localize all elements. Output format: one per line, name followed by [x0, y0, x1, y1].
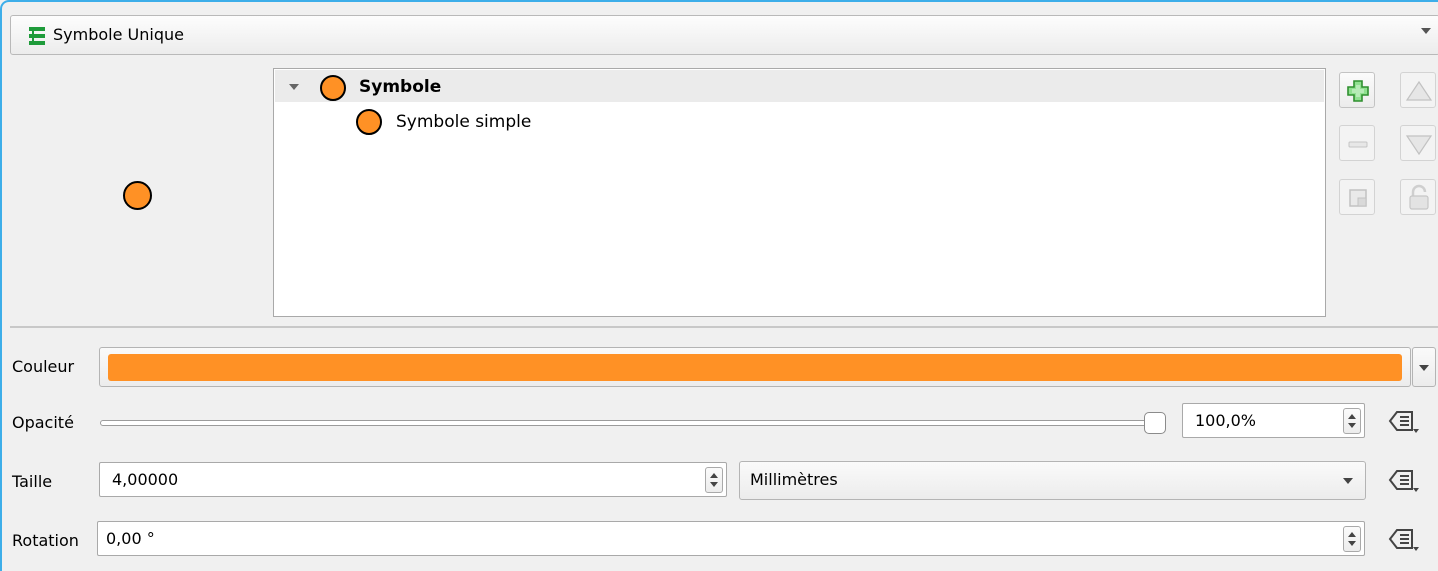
data-defined-override-button[interactable]	[1386, 406, 1422, 436]
lock-color-button[interactable]	[1400, 179, 1436, 215]
opacity-value: 100,0%	[1195, 411, 1257, 430]
data-defined-icon	[1388, 411, 1419, 433]
tree-item-symbol[interactable]: Symbole	[275, 70, 1324, 102]
opacity-spinbox[interactable]: 100,0%	[1182, 403, 1365, 438]
add-symbol-layer-button[interactable]	[1339, 72, 1375, 108]
renderer-type-label: Symbole Unique	[53, 25, 184, 44]
duplicate-symbol-layer-button[interactable]	[1339, 179, 1375, 215]
symbol-preview-circle	[123, 181, 152, 210]
single-symbol-renderer-icon	[29, 27, 45, 45]
size-value: 4,00000	[112, 470, 179, 489]
spin-arrows[interactable]	[705, 467, 723, 493]
size-spinbox[interactable]: 4,00000	[99, 462, 727, 497]
symbology-panel: Symbole Unique Symbole Symbole simple Co…	[0, 0, 1438, 571]
chevron-down-icon	[1421, 28, 1431, 34]
chevron-down-icon	[1343, 478, 1353, 484]
spin-up-icon	[1348, 532, 1356, 537]
chevron-down-icon	[1419, 365, 1429, 371]
tree-item-label: Symbole	[359, 77, 442, 97]
move-down-button[interactable]	[1400, 125, 1436, 161]
remove-symbol-layer-button[interactable]	[1339, 125, 1375, 161]
spin-down-icon	[1348, 541, 1356, 546]
triangle-up-icon	[1405, 80, 1433, 101]
expand-arrow-icon[interactable]	[289, 84, 299, 90]
tree-item-label: Symbole simple	[396, 112, 532, 132]
separator	[10, 326, 1438, 328]
symbol-layer-tree[interactable]: Symbole Symbole simple	[273, 68, 1326, 317]
spin-arrows[interactable]	[1343, 526, 1361, 552]
spin-arrows[interactable]	[1343, 408, 1361, 434]
color-button[interactable]	[99, 347, 1411, 387]
orange-circle-marker-icon	[320, 75, 346, 101]
spin-up-icon	[710, 473, 718, 478]
color-label: Couleur	[12, 357, 75, 376]
spin-down-icon	[710, 482, 718, 487]
rotation-spinbox[interactable]: 0,00 °	[97, 521, 1365, 556]
data-defined-icon	[1388, 470, 1419, 492]
minus-icon	[1348, 141, 1368, 148]
rotation-value: 0,00 °	[106, 529, 155, 548]
orange-circle-marker-icon	[356, 109, 382, 135]
size-label: Taille	[12, 472, 53, 491]
duplicate-icon	[1349, 189, 1367, 207]
color-menu-button[interactable]	[1412, 347, 1436, 387]
unlock-icon	[1409, 184, 1429, 210]
data-defined-override-button[interactable]	[1386, 524, 1422, 554]
plus-icon	[1347, 80, 1369, 102]
move-up-button[interactable]	[1400, 72, 1436, 108]
rotation-label: Rotation	[12, 531, 79, 550]
opacity-slider-handle[interactable]	[1144, 412, 1166, 434]
opacity-label: Opacité	[12, 413, 74, 432]
data-defined-icon	[1388, 529, 1419, 551]
opacity-slider-track[interactable]	[100, 420, 1160, 426]
size-unit-combobox[interactable]: Millimètres	[739, 461, 1366, 500]
color-swatch	[108, 354, 1402, 381]
spin-down-icon	[1348, 423, 1356, 428]
spin-up-icon	[1348, 414, 1356, 419]
data-defined-override-button[interactable]	[1386, 465, 1422, 495]
triangle-down-icon	[1405, 135, 1433, 156]
renderer-type-combobox[interactable]: Symbole Unique	[10, 15, 1438, 55]
size-unit-value: Millimètres	[750, 470, 838, 489]
